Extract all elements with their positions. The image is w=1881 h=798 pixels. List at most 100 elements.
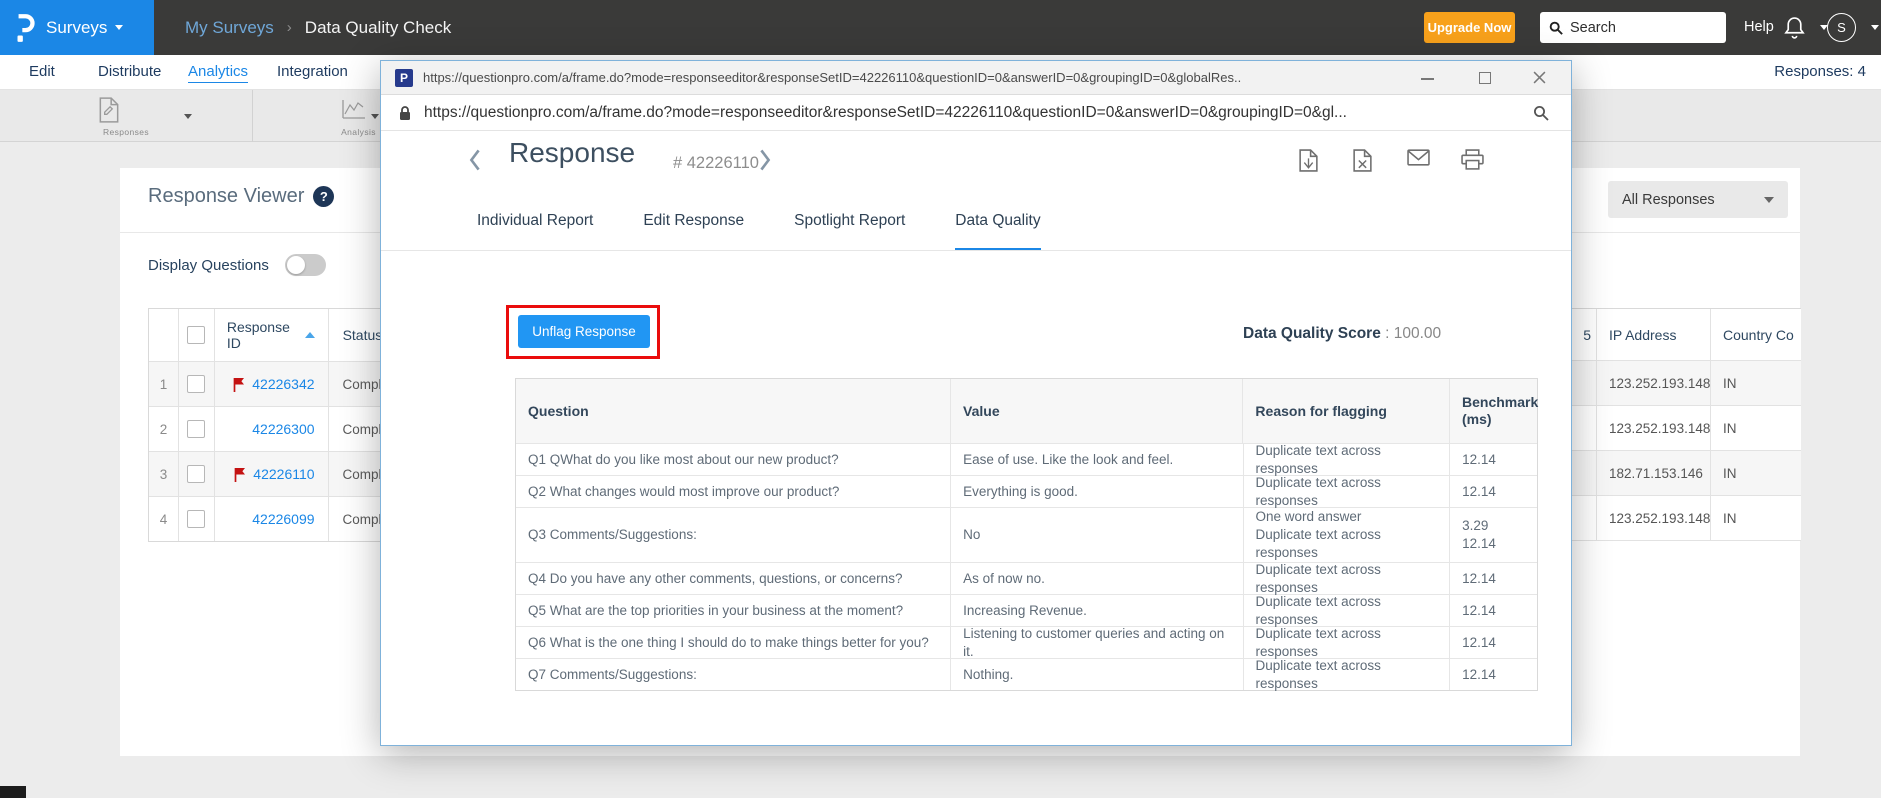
minimize-button[interactable]	[1421, 78, 1434, 80]
tabs-divider	[381, 250, 1571, 251]
print-icon[interactable]	[1461, 149, 1484, 175]
response-id-link[interactable]: 42226099	[252, 511, 314, 527]
nav-integration[interactable]: Integration	[277, 55, 348, 90]
country-cell: IN	[1723, 465, 1737, 481]
table-row[interactable]: 123.252.193.148 IN	[1572, 361, 1801, 406]
email-envelope-icon[interactable]	[1407, 149, 1430, 171]
data-quality-score: Data Quality Score : 100.00	[1243, 325, 1441, 343]
dq-header-reason: Reason for flagging	[1243, 379, 1450, 443]
export-excel-icon[interactable]	[1353, 149, 1372, 177]
tab-individual-report[interactable]: Individual Report	[477, 211, 593, 251]
dq-benchmark-line: 12.14	[1462, 602, 1496, 618]
nav-analytics[interactable]: Analytics	[188, 55, 249, 90]
dq-reason-line: Duplicate text across responses	[1255, 474, 1381, 508]
select-all-checkbox[interactable]	[187, 326, 206, 344]
search-icon	[1549, 21, 1563, 35]
zoom-search-icon[interactable]	[1533, 105, 1549, 126]
responses-dropdown-caret-icon[interactable]	[184, 114, 192, 119]
dq-question: Q1 QWhat do you like most about our new …	[516, 444, 952, 475]
toolbar-responses[interactable]: Responses	[0, 90, 253, 142]
questionpro-logo-icon	[17, 13, 35, 42]
response-id-link[interactable]: 42226342	[252, 376, 314, 392]
analysis-dropdown-caret-icon[interactable]	[371, 114, 379, 119]
dq-value: As of now no.	[951, 563, 1244, 594]
dq-table-row: Q6 What is the one thing I should do to …	[516, 626, 1537, 659]
dq-value: Ease of use. Like the look and feel.	[951, 444, 1244, 475]
table-row[interactable]: 123.252.193.148 IN	[1572, 496, 1801, 541]
response-id-cell: 42226110	[215, 452, 329, 496]
page-title-text: Response Viewer	[148, 185, 305, 207]
dq-header-value: Value	[951, 379, 1244, 443]
dq-reason: Duplicate text across responses	[1244, 562, 1451, 595]
maximize-button[interactable]	[1479, 72, 1491, 84]
row-checkbox-cell	[179, 362, 215, 406]
nav-distribute[interactable]: Distribute	[98, 55, 161, 90]
response-id-link[interactable]: 42226110	[253, 466, 314, 482]
tab-data-quality[interactable]: Data Quality	[955, 211, 1041, 251]
dq-benchmark-line: 12.14	[1462, 666, 1496, 682]
dq-reason: Duplicate text across responses	[1244, 474, 1451, 508]
ip-cell: 123.252.193.148	[1597, 406, 1711, 450]
popup-title-bar[interactable]: P https://questionpro.com/a/frame.do?mod…	[381, 61, 1571, 95]
help-question-icon[interactable]: ?	[313, 186, 335, 207]
flag-icon	[234, 467, 247, 482]
help-link[interactable]: Help	[1744, 0, 1774, 55]
country-cell: IN	[1723, 510, 1737, 526]
country-cell: IN	[1723, 375, 1737, 391]
header-response-id[interactable]: Response ID	[215, 309, 329, 361]
dq-table-row: Q1 QWhat do you like most about our new …	[516, 443, 1537, 476]
dq-benchmark: 12.14	[1450, 595, 1537, 626]
all-responses-dropdown[interactable]: All Responses	[1608, 181, 1788, 218]
next-response-chevron-icon[interactable]	[759, 149, 771, 176]
responses-count: Responses: 4	[1774, 63, 1866, 80]
nav-edit[interactable]: Edit	[29, 55, 55, 90]
table-row[interactable]: 182.71.153.146 IN	[1572, 451, 1801, 496]
header-partial: 5	[1572, 309, 1597, 360]
sort-asc-icon[interactable]	[304, 332, 315, 338]
display-questions-toggle[interactable]	[285, 254, 326, 276]
dq-reason-line: Duplicate text across responses	[1255, 593, 1381, 627]
dq-reason: Duplicate text across responses	[1244, 443, 1451, 476]
unflag-response-button[interactable]: Unflag Response	[518, 315, 650, 348]
dq-question: Q7 Comments/Suggestions:	[516, 659, 952, 690]
top-bar: Surveys My Surveys › Data Quality Check …	[0, 0, 1881, 55]
dq-benchmark: 12.14	[1450, 659, 1537, 690]
address-url[interactable]: https://questionpro.com/a/frame.do?mode=…	[424, 95, 1519, 131]
dq-benchmark: 12.14	[1450, 627, 1537, 658]
header-country: Country Co	[1723, 326, 1794, 343]
previous-response-chevron-icon[interactable]	[469, 149, 481, 176]
avatar-initial: S	[1837, 20, 1846, 35]
row-checkbox[interactable]	[187, 375, 206, 393]
dq-value: No	[951, 508, 1244, 562]
row-index: 2	[149, 407, 179, 451]
row-checkbox[interactable]	[187, 465, 206, 483]
search-input[interactable]	[1570, 19, 1710, 36]
dq-reason-line: Duplicate text across responses	[1255, 527, 1381, 560]
surveys-menu[interactable]: Surveys	[0, 0, 154, 55]
dq-reason: Duplicate text across responses	[1244, 593, 1451, 627]
dq-question: Q4 Do you have any other comments, quest…	[516, 563, 952, 594]
breadcrumb-separator: ›	[286, 19, 292, 36]
dq-value: Increasing Revenue.	[951, 595, 1244, 626]
dq-table-row: Q3 Comments/Suggestions: No One word ans…	[516, 507, 1537, 562]
response-tabs: Individual Report Edit Response Spotligh…	[477, 211, 1041, 251]
popup-address-bar: https://questionpro.com/a/frame.do?mode=…	[381, 95, 1571, 131]
dq-value: Listening to customer queries and acting…	[951, 626, 1244, 659]
upgrade-now-button[interactable]: Upgrade Now	[1424, 12, 1515, 43]
dq-table-row: Q7 Comments/Suggestions: Nothing. Duplic…	[516, 658, 1537, 691]
response-id-link[interactable]: 42226300	[252, 421, 314, 437]
tab-edit-response[interactable]: Edit Response	[643, 211, 744, 251]
row-checkbox[interactable]	[187, 510, 206, 528]
avatar-dropdown-caret-icon[interactable]	[1871, 25, 1879, 30]
notifications-bell-icon[interactable]	[1784, 16, 1805, 44]
chevron-down-icon	[1764, 196, 1774, 203]
data-quality-table: Question Value Reason for flagging Bench…	[515, 378, 1538, 691]
row-checkbox[interactable]	[187, 420, 206, 438]
export-pdf-icon[interactable]	[1299, 149, 1318, 177]
breadcrumb-my-surveys[interactable]: My Surveys	[185, 18, 274, 38]
table-header-row: 5 IP Address Country Co	[1572, 309, 1801, 361]
avatar[interactable]: S	[1827, 13, 1856, 42]
close-icon[interactable]	[1533, 71, 1546, 89]
tab-spotlight-report[interactable]: Spotlight Report	[794, 211, 905, 251]
table-row[interactable]: 123.252.193.148 IN	[1572, 406, 1801, 451]
